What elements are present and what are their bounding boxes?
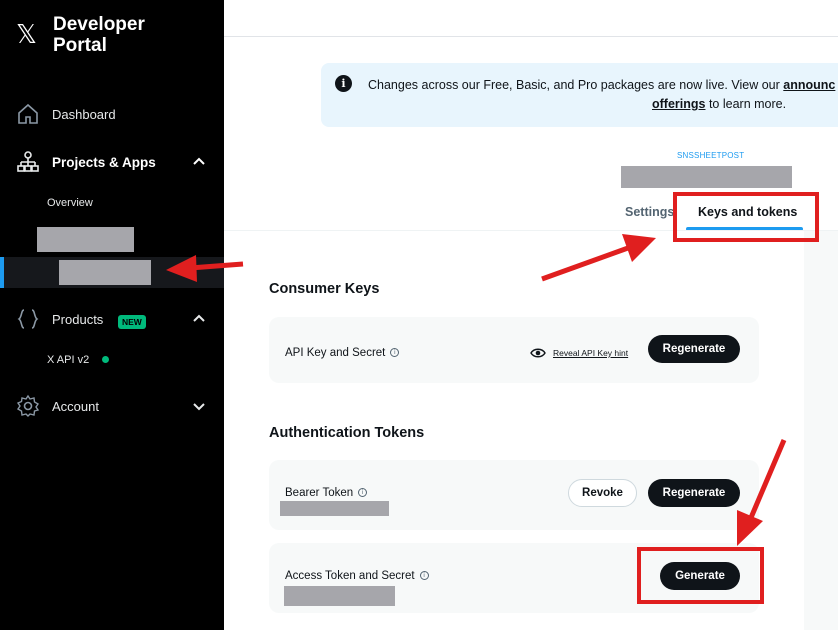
chevron-up-icon[interactable]	[191, 154, 207, 170]
home-icon	[18, 103, 38, 124]
brand-line-2: Portal	[53, 35, 107, 56]
sidebar-subitem-overview[interactable]: Overview	[47, 197, 93, 209]
braces-icon	[17, 309, 39, 329]
sidebar-item-label: Projects & Apps	[52, 154, 156, 170]
gear-icon	[16, 394, 40, 417]
brand-title[interactable]: Developer Portal	[53, 14, 173, 56]
sidebar-item-products[interactable]: Products	[0, 301, 224, 337]
brand-line-1: Developer	[53, 14, 145, 35]
reveal-api-key-hint-link[interactable]: Reveal API Key hint	[553, 348, 628, 358]
bearer-token-label: Bearer Token i	[285, 487, 368, 499]
arrow-to-keys-tab-icon	[541, 234, 656, 282]
sidebar-item-account[interactable]: Account	[0, 388, 224, 424]
redacted-bearer-token	[280, 501, 389, 516]
annotation-box-generate	[637, 547, 764, 604]
info-icon: i	[335, 75, 352, 92]
banner-text-line-1: Changes across our Free, Basic, and Pro …	[368, 78, 835, 92]
annotation-box-keys-tab	[673, 192, 819, 242]
banner-text: Changes across our Free, Basic, and Pro …	[368, 78, 780, 92]
info-circle-icon[interactable]: i	[419, 571, 429, 581]
access-token-label: Access Token and Secret i	[285, 570, 429, 582]
chevron-up-icon[interactable]	[191, 311, 207, 327]
redacted-app-name	[59, 260, 151, 285]
banner-text: to learn more.	[705, 97, 787, 111]
projects-icon	[17, 151, 39, 172]
sidebar-subitem-x-api-v2[interactable]: X API v2	[47, 354, 89, 366]
chevron-down-icon[interactable]	[191, 398, 207, 414]
authentication-tokens-title: Authentication Tokens	[269, 425, 425, 441]
banner-link-offerings[interactable]: offerings	[652, 97, 705, 111]
new-badge: NEW	[118, 315, 146, 329]
regenerate-api-key-button[interactable]: Regenerate	[648, 335, 740, 363]
sidebar-item-label: Account	[52, 398, 99, 414]
info-banner	[321, 63, 838, 127]
info-circle-icon[interactable]: i	[390, 348, 400, 358]
sidebar-item-label: Products	[52, 311, 104, 327]
bearer-token-label-text: Bearer Token	[285, 487, 354, 499]
sidebar-item-projects-apps[interactable]: Projects & Apps	[0, 144, 224, 180]
top-bar	[224, 0, 838, 37]
banner-link-announcements[interactable]: announc	[783, 78, 835, 92]
eye-icon[interactable]	[530, 347, 546, 359]
right-gutter	[804, 231, 838, 630]
status-dot-icon	[102, 356, 109, 363]
access-token-label-text: Access Token and Secret	[285, 570, 415, 582]
revoke-bearer-token-button[interactable]: Revoke	[568, 479, 637, 507]
sidebar: 𝕏 Developer Portal Dashboard Projects & …	[0, 0, 224, 630]
sidebar-item-label: Dashboard	[52, 106, 116, 122]
api-key-label: API Key and Secret i	[285, 347, 400, 359]
consumer-keys-title: Consumer Keys	[269, 281, 380, 297]
tab-settings[interactable]: Settings	[625, 205, 674, 219]
redacted-project-name[interactable]	[37, 227, 134, 252]
x-logo-icon[interactable]: 𝕏	[16, 20, 42, 50]
api-key-label-text: API Key and Secret	[285, 347, 386, 359]
banner-text-line-2: offerings to learn more.	[652, 97, 786, 111]
redacted-access-token	[284, 586, 395, 606]
info-circle-icon[interactable]: i	[358, 488, 368, 498]
sidebar-item-dashboard[interactable]: Dashboard	[0, 96, 224, 132]
regenerate-bearer-token-button[interactable]: Regenerate	[648, 479, 740, 507]
redacted-app-title	[621, 166, 792, 188]
active-indicator	[0, 257, 4, 288]
app-caption: SNSSHEETPOST	[677, 151, 745, 160]
